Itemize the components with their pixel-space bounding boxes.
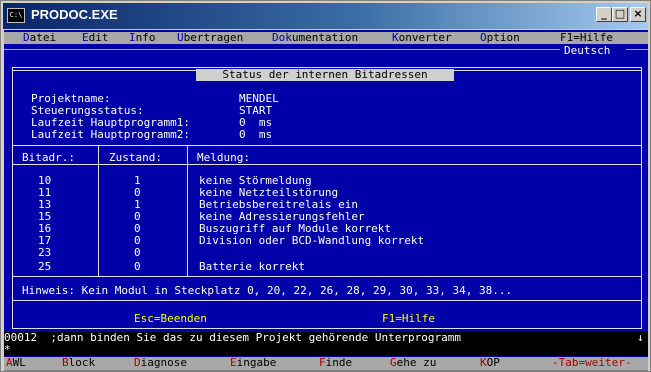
function-key-bar: AWL Block Diagnose Eingabe Finde Gehe zu… (4, 357, 648, 370)
fkey-block[interactable]: Block (62, 357, 95, 369)
app-window: C:\ PRODOC.EXE _ □ × Datei Edit Info Übe… (0, 0, 651, 372)
menu-edit[interactable]: Edit (82, 32, 109, 44)
fkey-tab-next[interactable]: -Tab=weiter- (552, 357, 631, 369)
column-divider-2 (187, 145, 188, 277)
help-button[interactable]: F1=Hilfe (382, 313, 435, 325)
minimize-button[interactable]: _ (596, 7, 612, 22)
cell-state: 0 (134, 260, 141, 273)
menu-divider-right (626, 49, 648, 50)
menu-dokumentation[interactable]: Dokumentation (272, 32, 358, 44)
scroll-down-icon[interactable]: ↓ (637, 332, 644, 344)
menu-info[interactable]: Info (129, 32, 156, 44)
menu-konverter[interactable]: Konverter (392, 32, 452, 44)
table-bottom-divider (12, 276, 642, 277)
table-header-divider (12, 164, 642, 165)
close-button[interactable]: × (630, 7, 646, 22)
menu-help[interactable]: F1=Hilfe (560, 32, 613, 44)
dialog-frame-right (641, 67, 642, 329)
esc-button[interactable]: Esc=Beenden (134, 313, 207, 325)
fkey-eingabe[interactable]: Eingabe (230, 357, 276, 369)
hint-divider (12, 300, 642, 301)
table-top-divider (12, 145, 642, 146)
menu-bar: Datei Edit Info Übertragen Dokumentation… (4, 32, 648, 44)
menu-option[interactable]: Option (480, 32, 520, 44)
field-value-runtime2: 0 ms (239, 128, 273, 141)
menu-datei[interactable]: Datei (23, 32, 56, 44)
column-header-message: Meldung: (197, 151, 250, 164)
cell-message: Division oder BCD-Wandlung korrekt (199, 234, 425, 247)
console-screen: Datei Edit Info Übertragen Dokumentation… (4, 30, 648, 370)
window-title: PRODOC.EXE (31, 7, 118, 22)
cell-message: Batterie korrekt (199, 260, 305, 273)
menu-divider (4, 49, 560, 50)
field-label-runtime2: Laufzeit Hauptprogramm2: (31, 128, 190, 141)
hint-text: Hinweis: Kein Modul in Steckplatz 0, 20,… (22, 284, 513, 297)
column-divider-1 (98, 145, 99, 277)
console-icon: C:\ (7, 8, 25, 23)
title-bar[interactable]: C:\ PRODOC.EXE _ □ × (3, 3, 648, 29)
dialog-frame-bottom (12, 328, 642, 329)
cell-state: 0 (134, 246, 141, 259)
maximize-button[interactable]: □ (612, 7, 628, 22)
dialog-frame-left (12, 67, 13, 329)
cell-bitaddr: 25 (38, 260, 52, 273)
dialog-title: Status der internen Bitadressen (196, 69, 454, 81)
fkey-kop[interactable]: KOP (480, 357, 500, 369)
status-line: 00012 ;dann binden Sie das zu diesem Pro… (4, 332, 648, 344)
fkey-gehe-zu[interactable]: Gehe zu (390, 357, 436, 369)
column-header-bitaddr: Bitadr.: (22, 151, 75, 164)
language-label: Deutsch (564, 44, 611, 57)
column-header-state: Zustand: (109, 151, 162, 164)
menu-uebertragen[interactable]: Übertragen (177, 32, 243, 44)
cell-bitaddr: 23 (38, 246, 52, 259)
fkey-finde[interactable]: Finde (319, 357, 352, 369)
editor-cursor-line[interactable]: * (4, 344, 648, 356)
window-border (4, 370, 648, 371)
fkey-diagnose[interactable]: Diagnose (134, 357, 187, 369)
fkey-awl[interactable]: AWL (6, 357, 26, 369)
